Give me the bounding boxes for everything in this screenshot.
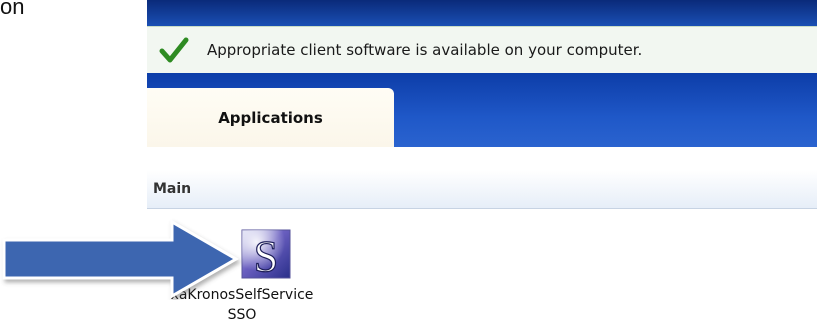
- svg-text:S: S: [254, 232, 278, 279]
- checkmark-icon: [159, 37, 189, 63]
- status-message: Appropriate client software is available…: [207, 41, 643, 59]
- main-content: Main S xaKronosSelfService SSO: [147, 147, 817, 335]
- app-label-line-2: SSO: [227, 307, 257, 323]
- letter-s-app-icon: S: [241, 229, 291, 279]
- window-top-bar: [147, 0, 817, 26]
- section-header-main: Main: [147, 170, 817, 209]
- section-title: Main: [153, 181, 192, 197]
- document-text-fragment: on: [0, 0, 25, 14]
- tab-applications[interactable]: Applications: [147, 88, 394, 147]
- tab-strip: Applications: [147, 73, 817, 147]
- citrix-web-interface-window: Appropriate client software is available…: [147, 0, 817, 335]
- annotation-arrow: [2, 219, 239, 299]
- client-status-bar: Appropriate client software is available…: [147, 26, 817, 74]
- tab-applications-label: Applications: [218, 108, 323, 127]
